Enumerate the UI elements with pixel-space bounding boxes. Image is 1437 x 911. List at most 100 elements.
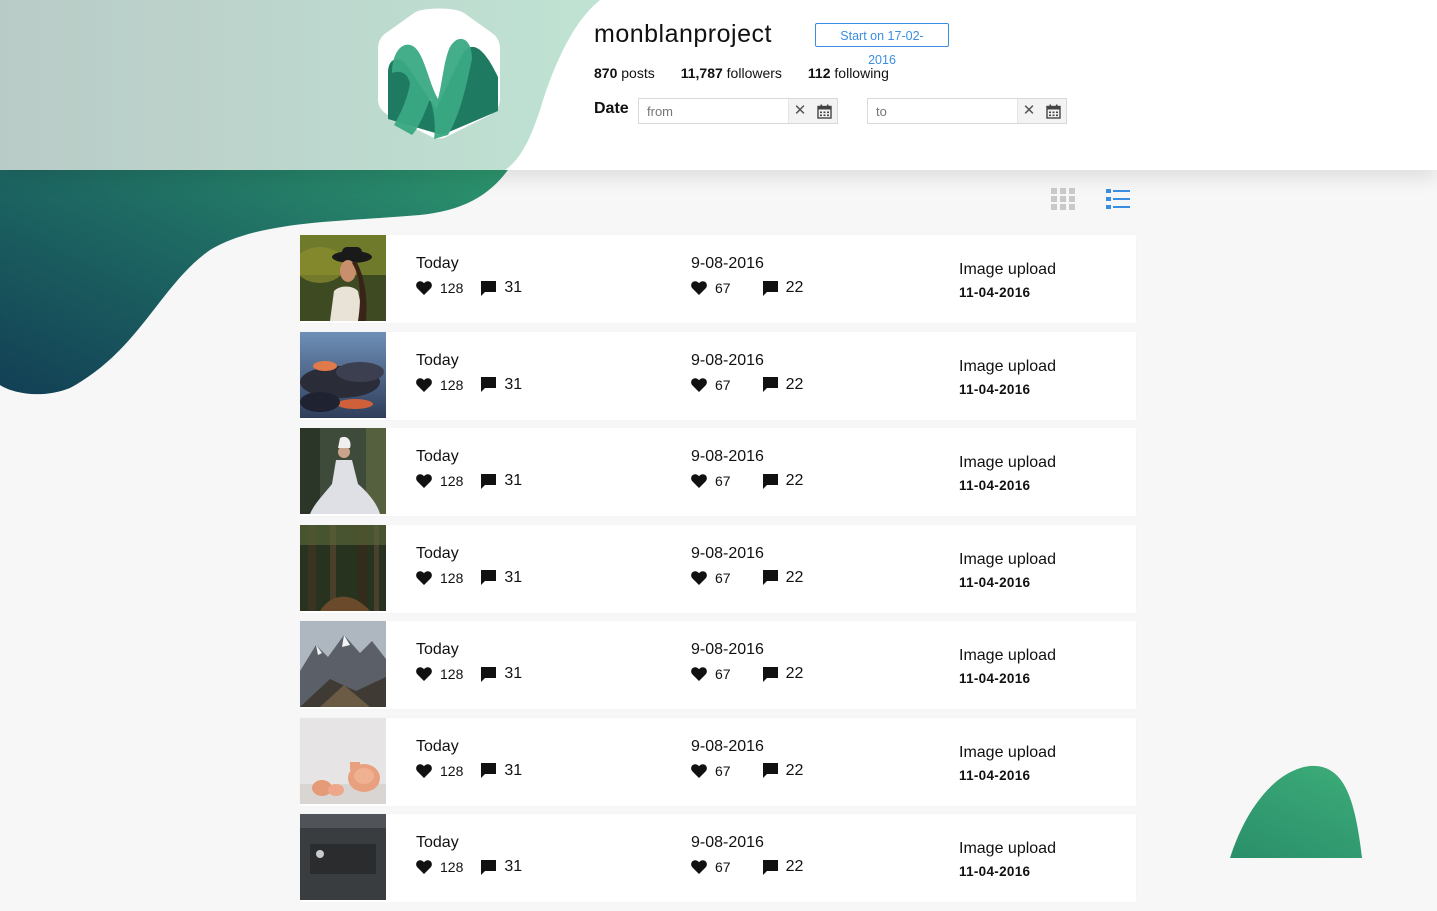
posts-count: 870 (594, 65, 618, 81)
heart-icon (416, 474, 432, 488)
period-title: Today (416, 351, 459, 369)
upload-title: Image upload (959, 840, 1056, 857)
grid-view-toggle[interactable] (1051, 188, 1075, 210)
comment-icon (481, 666, 497, 682)
stats-today: Today 128 31 (416, 834, 540, 876)
comments-metric: 22 (762, 858, 803, 876)
comments-metric: 22 (762, 762, 803, 780)
heart-icon (416, 377, 432, 392)
period-title: Today (416, 544, 459, 562)
comment-icon (481, 570, 497, 585)
likes-metric: 67 (691, 666, 731, 682)
posts-stat: 870 posts (594, 65, 655, 81)
comments-count: 22 (785, 375, 804, 393)
comments-metric: 31 (481, 472, 522, 490)
post-row[interactable]: Today 128 31 9-08-2016 67 22 Image uploa… (300, 814, 1136, 902)
start-date-badge[interactable]: Start on 17-02-2016 (815, 23, 949, 67)
comments-count: 22 (785, 472, 804, 489)
stats-today: Today 128 31 (416, 545, 540, 587)
upload-info: Image upload 11-04-2016 (959, 744, 1056, 783)
heart-icon (691, 860, 707, 874)
comment-icon (481, 473, 497, 489)
clear-from-icon[interactable]: ✕ (788, 99, 811, 123)
comment-icon (762, 666, 778, 682)
upload-date: 11-04-2016 (959, 574, 1031, 590)
post-row[interactable]: Today 128 31 9-08-2016 67 22 Image uploa… (300, 331, 1136, 420)
comment-icon (762, 570, 778, 585)
following-stat: 112 following (808, 65, 889, 81)
upload-title: Image upload (959, 454, 1056, 471)
date-to-input[interactable] (868, 100, 1017, 122)
calendar-to-icon[interactable] (1040, 99, 1066, 123)
stats-today: Today 128 31 (416, 448, 540, 490)
likes-count: 128 (440, 280, 464, 296)
heart-icon (416, 281, 432, 295)
period-title: Today (416, 448, 459, 465)
comments-metric: 31 (481, 665, 522, 683)
likes-count: 128 (440, 859, 464, 875)
comment-icon (481, 280, 497, 296)
post-row[interactable]: Today 128 31 9-08-2016 67 22 Image uploa… (300, 235, 1136, 323)
heart-icon (691, 281, 707, 295)
comment-icon (481, 859, 497, 875)
likes-count: 128 (440, 666, 464, 682)
likes-count: 67 (715, 762, 731, 779)
likes-count: 128 (440, 473, 464, 489)
upload-date: 11-04-2016 (959, 671, 1031, 686)
upload-info: Image upload 11-04-2016 (959, 454, 1056, 493)
comment-icon (762, 859, 778, 875)
comments-count: 31 (504, 761, 523, 779)
upload-info: Image upload 11-04-2016 (959, 647, 1056, 686)
likes-metric: 128 (416, 473, 463, 489)
likes-metric: 67 (691, 280, 731, 296)
likes-metric: 128 (416, 570, 463, 586)
post-list: Today 128 31 9-08-2016 67 22 Image uploa… (300, 235, 1136, 911)
upload-date: 11-04-2016 (959, 864, 1031, 879)
following-count: 112 (807, 65, 831, 81)
post-thumbnail-mountains[interactable] (300, 621, 386, 707)
post-row[interactable]: Today 128 31 9-08-2016 67 22 Image uploa… (300, 621, 1136, 709)
heart-icon (416, 570, 432, 585)
post-thumbnail-dark-interior[interactable] (300, 814, 386, 900)
likes-count: 67 (715, 666, 731, 682)
heart-icon (691, 377, 707, 392)
stats-today: Today 128 31 (416, 738, 540, 780)
period-title: Today (416, 641, 459, 658)
post-thumbnail-forest-path[interactable] (300, 524, 386, 611)
comments-count: 31 (504, 375, 523, 393)
followers-count: 11,787 (680, 65, 723, 81)
profile-username: monblanproject (594, 20, 772, 48)
stats-date: 9-08-2016 67 22 (691, 255, 821, 297)
upload-title: Image upload (959, 647, 1056, 664)
post-row[interactable]: Today 128 31 9-08-2016 67 22 Image uploa… (300, 717, 1136, 806)
likes-count: 67 (715, 473, 731, 489)
following-label: following (834, 65, 889, 81)
comment-icon (762, 280, 778, 296)
post-row[interactable]: Today 128 31 9-08-2016 67 22 Image uploa… (300, 524, 1136, 613)
upload-info: Image upload 11-04-2016 (959, 261, 1056, 300)
likes-metric: 128 (416, 859, 463, 875)
post-thumbnail-ceramic-vases[interactable] (300, 717, 386, 804)
post-thumbnail-woman-hat[interactable] (300, 235, 386, 321)
comments-metric: 31 (481, 858, 522, 876)
date-from-input[interactable] (639, 100, 788, 122)
heart-icon (691, 667, 707, 681)
stats-date: 9-08-2016 67 22 (691, 641, 821, 683)
upload-info: Image upload 11-04-2016 (959, 551, 1056, 590)
post-thumbnail-bride-forest[interactable] (300, 428, 386, 514)
date-from-field: ✕ (638, 98, 838, 124)
comment-icon (762, 763, 778, 778)
post-row[interactable]: Today 128 31 9-08-2016 67 22 Image uploa… (300, 428, 1136, 516)
list-view-toggle[interactable] (1106, 188, 1130, 210)
stats-date: 9-08-2016 67 22 (691, 352, 821, 394)
upload-date: 11-04-2016 (959, 767, 1031, 783)
calendar-from-icon[interactable] (811, 99, 837, 123)
post-thumbnail-cloudy-sky[interactable] (300, 331, 386, 418)
followers-label: followers (726, 65, 782, 81)
likes-metric: 67 (691, 473, 731, 489)
clear-to-icon[interactable]: ✕ (1017, 99, 1040, 123)
profile-header: monblanproject Start on 17-02-2016 870 p… (0, 0, 1437, 170)
heart-icon (691, 763, 707, 778)
comments-count: 31 (504, 665, 523, 682)
followers-stat: 11,787 followers (681, 65, 782, 81)
